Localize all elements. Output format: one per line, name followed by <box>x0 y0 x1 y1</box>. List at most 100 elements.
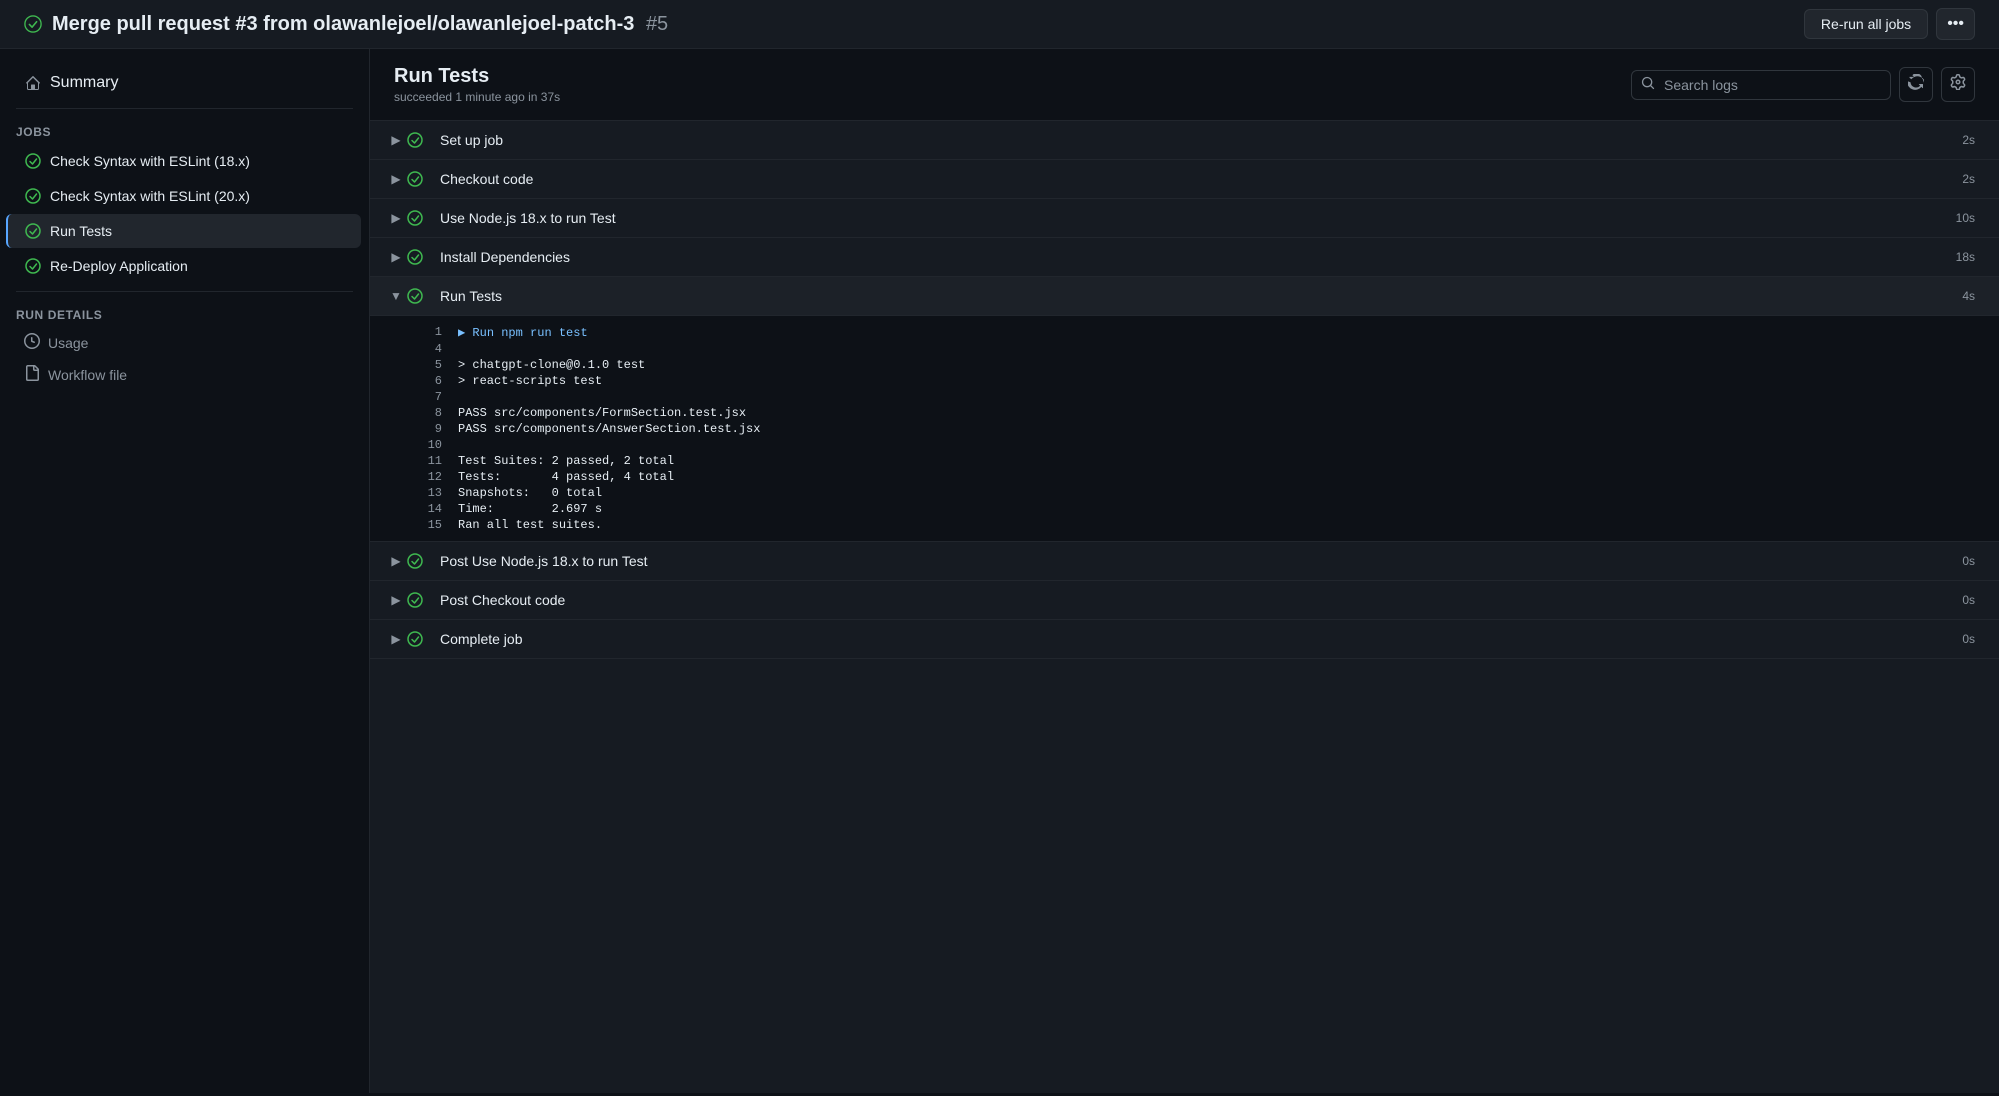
step-row-step-1[interactable]: ▶ Set up job 2s <box>370 121 1999 160</box>
step-time: 0s <box>1962 632 1975 646</box>
step-row-step-2[interactable]: ▶ Checkout code 2s <box>370 160 1999 199</box>
log-line: 6 > react-scripts test <box>370 373 1999 389</box>
step-row-step-3[interactable]: ▶ Use Node.js 18.x to run Test 10s <box>370 199 1999 238</box>
log-line-content: Test Suites: 2 passed, 2 total <box>458 454 1983 468</box>
log-line-num: 12 <box>410 470 442 484</box>
step-expand-button[interactable]: ▶ <box>386 133 406 147</box>
job-title: Run Tests <box>394 65 560 88</box>
home-icon <box>24 74 42 92</box>
step-time: 4s <box>1962 289 1975 303</box>
log-line: 12 Tests: 4 passed, 4 total <box>370 469 1999 485</box>
step-name: Complete job <box>440 631 1962 647</box>
step-time: 18s <box>1956 250 1975 264</box>
search-icon <box>1641 76 1655 93</box>
workflow-status-icon <box>24 15 42 33</box>
step-row-step-8[interactable]: ▶ Complete job 0s <box>370 620 1999 659</box>
step-row-step-6[interactable]: ▶ Post Use Node.js 18.x to run Test 0s <box>370 542 1999 581</box>
log-line: 15 Ran all test suites. <box>370 517 1999 533</box>
step-time: 2s <box>1962 133 1975 147</box>
step-row-step-4[interactable]: ▶ Install Dependencies 18s <box>370 238 1999 277</box>
job-status-icon <box>24 187 42 205</box>
job-subtitle: succeeded 1 minute ago in 37s <box>394 90 560 104</box>
search-logs-container <box>1631 70 1891 100</box>
log-line-content: Snapshots: 0 total <box>458 486 1983 500</box>
jobs-list: Check Syntax with ESLint (18.x) Check Sy… <box>0 144 369 283</box>
more-options-button[interactable]: ••• <box>1936 8 1975 40</box>
run-detail-usage[interactable]: Usage <box>8 327 361 358</box>
sidebar-item-job-2[interactable]: Check Syntax with ESLint (20.x) <box>8 179 361 213</box>
log-line-content: > react-scripts test <box>458 374 1983 388</box>
step-time: 0s <box>1962 554 1975 568</box>
job-header-left: Run Tests succeeded 1 minute ago in 37s <box>394 65 560 104</box>
step-name: Install Dependencies <box>440 249 1956 265</box>
step-status-icon <box>406 552 424 570</box>
step-status-icon <box>406 170 424 188</box>
steps-container: ▶ Set up job 2s ▶ Checkout code 2s ▶ Use <box>370 121 1999 1093</box>
search-logs-input[interactable] <box>1631 70 1891 100</box>
log-line-content: ▶ Run npm run test <box>458 325 1983 340</box>
sidebar-item-job-4[interactable]: Re-Deploy Application <box>8 249 361 283</box>
log-line: 5 > chatgpt-clone@0.1.0 test <box>370 357 1999 373</box>
sidebar-divider-1 <box>16 108 353 109</box>
run-details-list: Usage Workflow file <box>0 327 369 390</box>
log-line-num: 15 <box>410 518 442 532</box>
step-expand-button[interactable]: ▼ <box>386 289 406 303</box>
sidebar-item-job-1[interactable]: Check Syntax with ESLint (18.x) <box>8 144 361 178</box>
job-header: Run Tests succeeded 1 minute ago in 37s <box>370 49 1999 121</box>
log-line: 13 Snapshots: 0 total <box>370 485 1999 501</box>
log-line-num: 14 <box>410 502 442 516</box>
main-layout: Summary Jobs Check Syntax with ESLint (1… <box>0 49 1999 1093</box>
top-bar: Merge pull request #3 from olawanlejoel/… <box>0 0 1999 49</box>
step-name: Use Node.js 18.x to run Test <box>440 210 1956 226</box>
top-bar-left: Merge pull request #3 from olawanlejoel/… <box>24 13 668 36</box>
jobs-section-title: Jobs <box>0 117 369 143</box>
step-name: Set up job <box>440 132 1962 148</box>
step-status-icon <box>406 248 424 266</box>
log-line-num: 8 <box>410 406 442 420</box>
run-detail-label: Usage <box>48 335 88 351</box>
log-line-content: PASS src/components/AnswerSection.test.j… <box>458 422 1983 436</box>
log-line-num: 6 <box>410 374 442 388</box>
sidebar-item-job-3[interactable]: Run Tests <box>6 214 361 248</box>
run-details-section-title: Run details <box>0 300 369 326</box>
log-line-content: Ran all test suites. <box>458 518 1983 532</box>
rerun-all-jobs-button[interactable]: Re-run all jobs <box>1804 9 1928 39</box>
settings-button[interactable] <box>1941 67 1975 102</box>
sidebar-item-summary[interactable]: Summary <box>8 66 361 100</box>
step-row-step-5[interactable]: ▼ Run Tests 4s <box>370 277 1999 316</box>
job-status-icon <box>24 222 42 240</box>
log-line: 14 Time: 2.697 s <box>370 501 1999 517</box>
log-line-num: 1 <box>410 325 442 339</box>
log-line: 4 <box>370 341 1999 357</box>
log-line-content: PASS src/components/FormSection.test.jsx <box>458 406 1983 420</box>
log-line-num: 5 <box>410 358 442 372</box>
step-name: Checkout code <box>440 171 1962 187</box>
step-name: Post Checkout code <box>440 592 1962 608</box>
step-expand-button[interactable]: ▶ <box>386 211 406 225</box>
log-line-num: 13 <box>410 486 442 500</box>
file-icon <box>24 365 40 384</box>
step-expand-button[interactable]: ▶ <box>386 593 406 607</box>
job-status-icon <box>24 257 42 275</box>
log-line: 1 ▶ Run npm run test <box>370 324 1999 341</box>
step-expand-button[interactable]: ▶ <box>386 632 406 646</box>
step-row-step-7[interactable]: ▶ Post Checkout code 0s <box>370 581 1999 620</box>
log-line-num: 11 <box>410 454 442 468</box>
step-name: Post Use Node.js 18.x to run Test <box>440 553 1962 569</box>
refresh-button[interactable] <box>1899 67 1933 102</box>
step-time: 10s <box>1956 211 1975 225</box>
log-line-num: 7 <box>410 390 442 404</box>
step-expand-button[interactable]: ▶ <box>386 172 406 186</box>
clock-icon <box>24 333 40 352</box>
job-header-right <box>1631 67 1975 102</box>
log-line-num: 4 <box>410 342 442 356</box>
log-line: 7 <box>370 389 1999 405</box>
run-detail-workflow[interactable]: Workflow file <box>8 359 361 390</box>
log-line: 8 PASS src/components/FormSection.test.j… <box>370 405 1999 421</box>
step-status-icon <box>406 209 424 227</box>
step-status-icon <box>406 591 424 609</box>
steps-list: ▶ Set up job 2s ▶ Checkout code 2s ▶ Use <box>370 121 1999 659</box>
log-line: 10 <box>370 437 1999 453</box>
step-expand-button[interactable]: ▶ <box>386 554 406 568</box>
step-expand-button[interactable]: ▶ <box>386 250 406 264</box>
